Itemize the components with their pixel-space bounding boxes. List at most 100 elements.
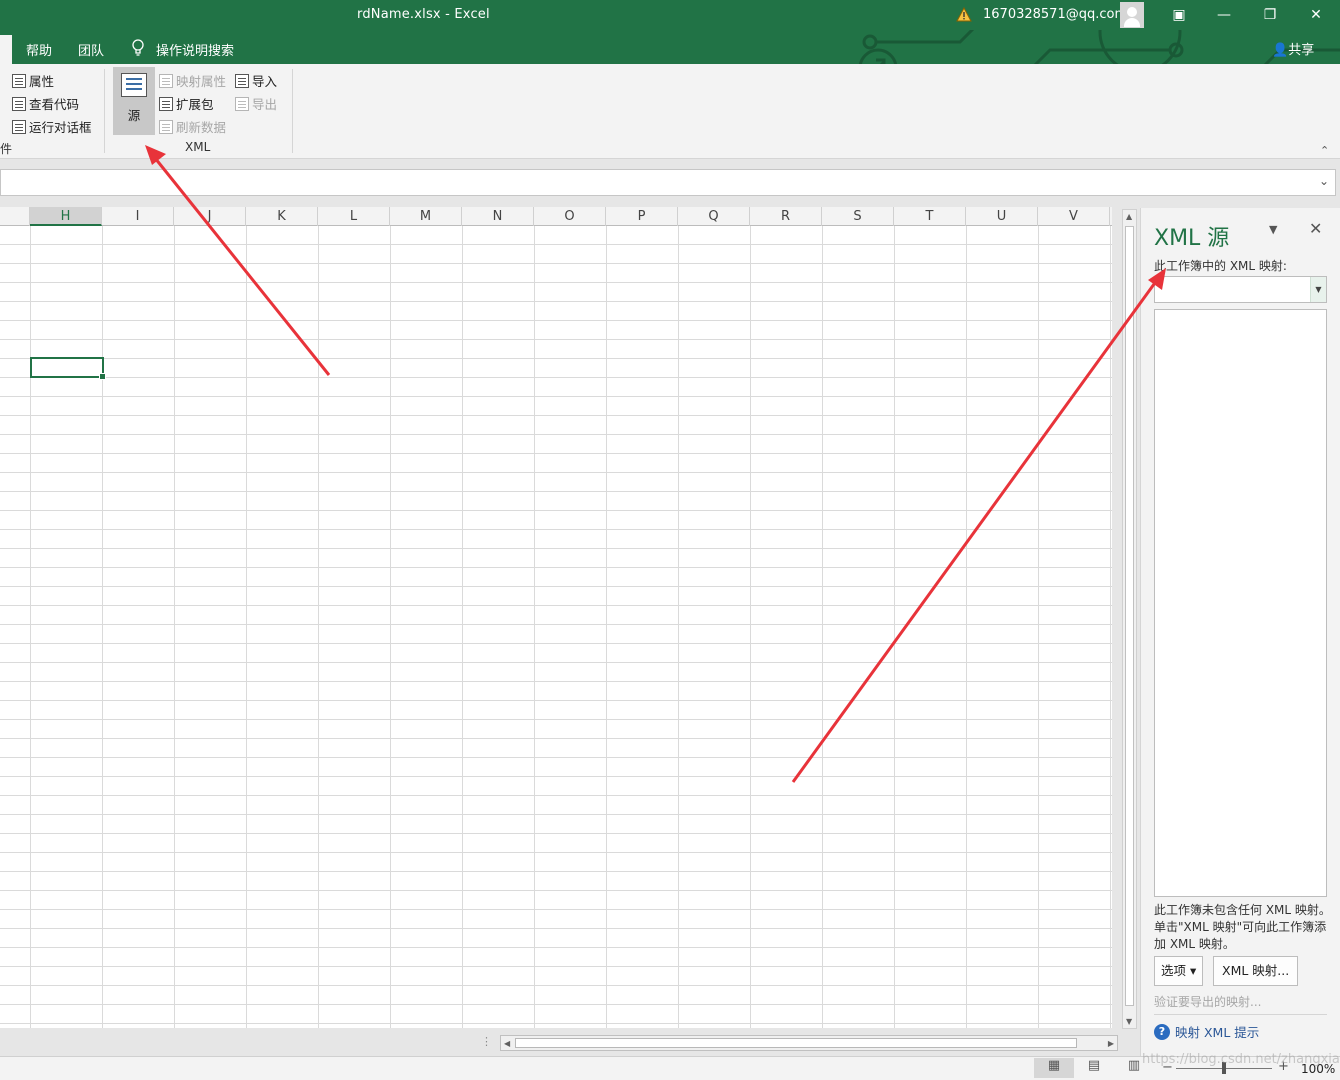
lightbulb-icon[interactable] (131, 39, 145, 57)
pane-options-icon[interactable]: ▼ (1269, 223, 1277, 236)
xml-elements-tree[interactable] (1154, 309, 1327, 897)
pane-divider (1154, 1014, 1327, 1015)
column-header-k[interactable]: K (246, 207, 318, 226)
import-icon (235, 73, 249, 88)
xml-tips-link[interactable]: ? 映射 XML 提示 (1154, 1022, 1259, 1041)
xml-source-icon (121, 73, 147, 97)
column-headers: HIJKLMNOPQRSTUV (0, 207, 1112, 226)
column-header-m[interactable]: M (390, 207, 462, 226)
column-header-j[interactable]: J (174, 207, 246, 226)
no-maps-message: 此工作簿未包含任何 XML 映射。单击"XML 映射"可向此工作簿添加 XML … (1154, 903, 1331, 951)
run-dialog-button[interactable]: 运行对话框 (12, 117, 92, 136)
xml-tips-label: 映射 XML 提示 (1175, 1025, 1260, 1040)
column-header-partial[interactable] (0, 207, 30, 226)
account-name[interactable]: 1670328571@qq.com (983, 7, 1127, 22)
source-button[interactable]: 源 (113, 67, 155, 135)
xml-group-label: XML (185, 140, 211, 154)
title-bar: rdName.xlsx - Excel 1670328571@qq.com ▣ … (0, 0, 1340, 30)
xml-maps-button[interactable]: XML 映射... (1213, 956, 1299, 986)
column-header-h[interactable]: H (30, 207, 102, 226)
column-header-i[interactable]: I (102, 207, 174, 226)
chevron-down-icon[interactable]: ▼ (1310, 277, 1326, 302)
worksheet-grid[interactable] (0, 226, 1112, 1028)
vertical-scrollbar[interactable]: ▲ ▼ (1122, 209, 1137, 1029)
tab-developer[interactable] (0, 35, 12, 64)
warning-icon[interactable] (956, 7, 972, 22)
properties-button[interactable]: 属性 (12, 71, 54, 90)
export-icon (235, 96, 249, 111)
horizontal-scroll-thumb[interactable] (515, 1038, 1077, 1048)
column-header-l[interactable]: L (318, 207, 390, 226)
map-properties-label: 映射属性 (176, 74, 227, 89)
view-code-icon (12, 96, 26, 111)
column-header-o[interactable]: O (534, 207, 606, 226)
ribbon-display-options-icon[interactable]: ▣ (1156, 0, 1202, 30)
tab-help[interactable]: 帮助 (26, 40, 52, 59)
minimize-icon[interactable]: — (1201, 0, 1247, 30)
export-label: 导出 (252, 97, 278, 112)
ribbon-tabs: 帮助 团队 操作说明搜索 👤共享 (0, 30, 1340, 64)
column-header-t[interactable]: T (894, 207, 966, 226)
xml-source-pane: XML 源 ▼ ✕ 此工作簿中的 XML 映射: ▼ 此工作簿未包含任何 XML… (1140, 208, 1340, 1056)
map-properties-icon (159, 73, 173, 88)
xml-maps-label: 此工作簿中的 XML 映射: (1154, 259, 1287, 273)
options-button[interactable]: 选项 ▾ (1154, 956, 1204, 986)
scroll-down-icon[interactable]: ▼ (1126, 1017, 1132, 1026)
scroll-up-icon[interactable]: ▲ (1126, 212, 1132, 221)
map-properties-button[interactable]: 映射属性 (159, 71, 226, 90)
column-header-s[interactable]: S (822, 207, 894, 226)
selected-cell[interactable] (30, 357, 106, 380)
run-dialog-icon (12, 119, 26, 134)
avatar[interactable] (1120, 2, 1144, 28)
controls-group-label: 控件 (0, 142, 13, 156)
refresh-data-button[interactable]: 刷新数据 (159, 117, 226, 136)
vertical-scroll-thumb[interactable] (1125, 226, 1134, 1006)
source-label: 源 (127, 108, 141, 123)
help-icon: ? (1154, 1023, 1170, 1040)
expansion-packs-label: 扩展包 (176, 97, 214, 112)
group-separator (292, 69, 293, 153)
column-header-n[interactable]: N (462, 207, 534, 226)
share-label: 共享 (1288, 43, 1315, 58)
import-label: 导入 (252, 74, 278, 89)
scroll-right-icon[interactable]: ▶ (1108, 1039, 1114, 1048)
import-button[interactable]: 导入 (235, 71, 277, 90)
expand-formula-bar-icon[interactable]: ⌄ (1319, 174, 1329, 188)
horizontal-scrollbar[interactable]: ◀ ▶ (500, 1035, 1118, 1051)
expansion-packs-button[interactable]: 扩展包 (159, 94, 214, 113)
properties-label: 属性 (29, 74, 55, 89)
view-code-label: 查看代码 (29, 97, 80, 112)
properties-icon (12, 73, 26, 88)
share-icon: 👤 (1272, 43, 1289, 58)
expansion-packs-icon (159, 96, 173, 111)
verify-map-link[interactable]: 验证要导出的映射... (1154, 993, 1261, 1010)
window-title: rdName.xlsx - Excel (357, 7, 490, 22)
page-layout-view-icon[interactable]: ▤ (1074, 1058, 1114, 1078)
pane-close-icon[interactable]: ✕ (1309, 219, 1322, 238)
circuit-decoration-icon (858, 30, 1340, 64)
run-dialog-label: 运行对话框 (29, 120, 92, 135)
share-button[interactable]: 👤共享 (1272, 39, 1314, 58)
column-header-p[interactable]: P (606, 207, 678, 226)
export-button[interactable]: 导出 (235, 94, 277, 113)
pane-title: XML 源 (1154, 226, 1230, 251)
refresh-data-label: 刷新数据 (176, 120, 227, 135)
split-handle-icon[interactable]: ⋮ (481, 1035, 492, 1048)
collapse-ribbon-icon[interactable]: ⌃ (1320, 144, 1329, 157)
view-code-button[interactable]: 查看代码 (12, 94, 79, 113)
restore-icon[interactable]: ❐ (1247, 0, 1293, 30)
group-separator (104, 69, 105, 153)
xml-maps-dropdown[interactable]: ▼ (1154, 276, 1327, 303)
normal-view-icon[interactable]: ▦ (1034, 1058, 1074, 1078)
refresh-data-icon (159, 119, 173, 134)
column-header-q[interactable]: Q (678, 207, 750, 226)
tab-team[interactable]: 团队 (78, 40, 104, 59)
formula-bar[interactable]: ⌄ (0, 169, 1336, 196)
column-header-r[interactable]: R (750, 207, 822, 226)
tell-me-search[interactable]: 操作说明搜索 (156, 40, 234, 59)
watermark: https://blog.csdn.net/zhangxiao (1142, 1052, 1340, 1067)
close-icon[interactable]: ✕ (1293, 0, 1339, 30)
scroll-left-icon[interactable]: ◀ (504, 1039, 510, 1048)
column-header-u[interactable]: U (966, 207, 1038, 226)
column-header-v[interactable]: V (1038, 207, 1110, 226)
